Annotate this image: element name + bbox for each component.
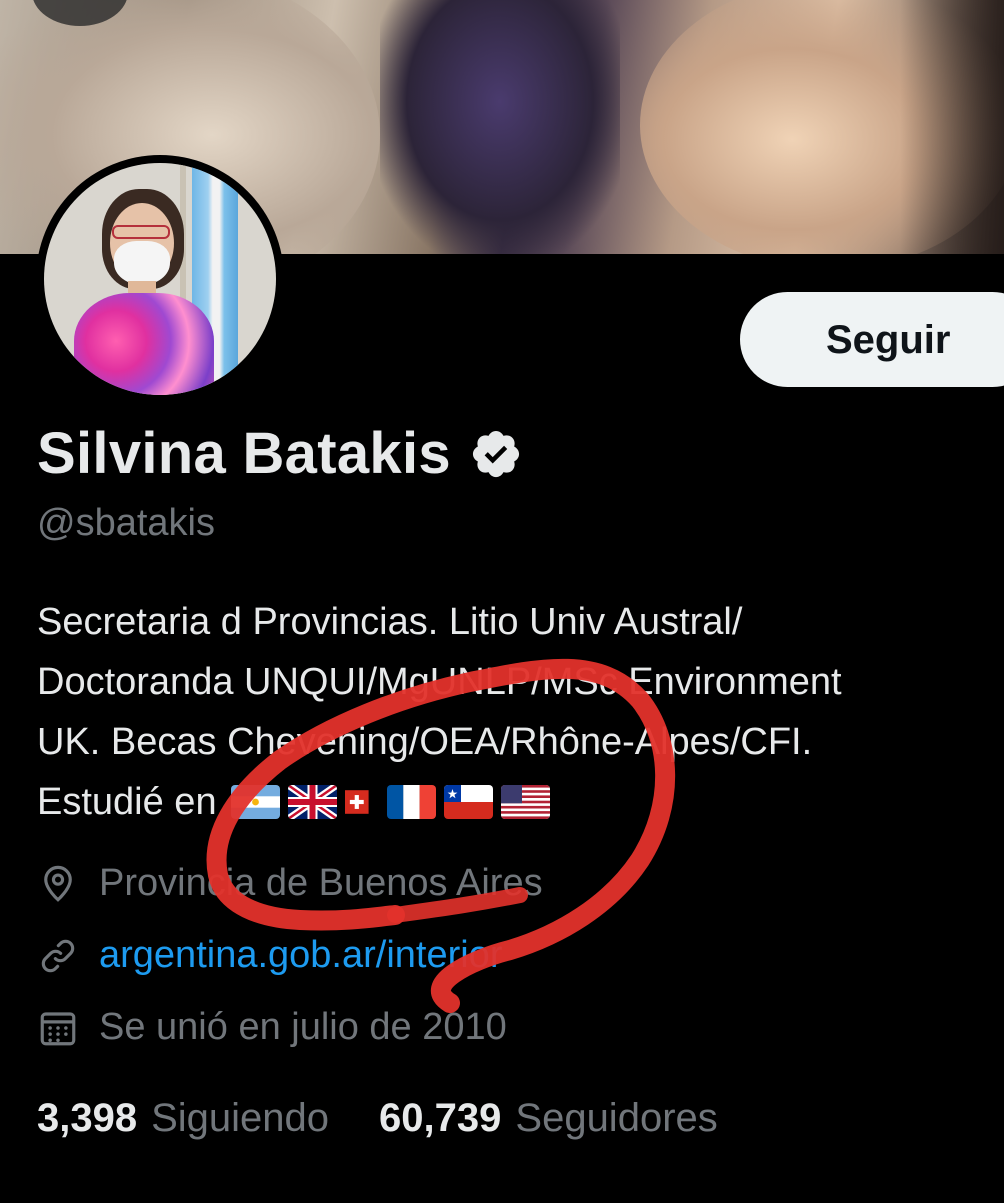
avatar-dress bbox=[74, 293, 214, 395]
followers-stat[interactable]: 60,739 Seguidores bbox=[379, 1096, 718, 1141]
banner-shape bbox=[380, 0, 620, 254]
avatar-mask bbox=[114, 241, 170, 285]
profile-bio: Secretaria d Provincias. Litio Univ Aust… bbox=[37, 592, 1002, 832]
chile-flag bbox=[443, 785, 493, 819]
bio-line: UK. Becas Chevening/OEA/Rhône-Alpes/CFI. bbox=[37, 721, 813, 763]
profile-name: Silvina Batakis bbox=[37, 421, 451, 486]
follow-stats: 3,398 Siguiendo 60,739 Seguidores bbox=[37, 1096, 718, 1141]
argentina-flag bbox=[230, 785, 280, 819]
followers-label: Seguidores bbox=[515, 1096, 718, 1140]
flag-list bbox=[230, 785, 550, 819]
location-text: Provincia de Buenos Aires bbox=[99, 862, 543, 904]
bio-line: Secretaria d Provincias. Litio Univ Aust… bbox=[37, 601, 743, 643]
following-count: 3,398 bbox=[37, 1096, 138, 1140]
website-link[interactable]: argentina.gob.ar/interior bbox=[99, 934, 502, 977]
bio-line-with-flags: Estudié en bbox=[37, 772, 1002, 832]
follow-button[interactable]: Seguir bbox=[740, 292, 1004, 387]
profile-joined-date: Se unió en julio de 2010 bbox=[37, 1006, 507, 1049]
bio-line: Doctoranda UNQUI/MgUNLP/MSc Environment bbox=[37, 661, 842, 703]
avatar-glasses bbox=[112, 225, 170, 239]
location-pin-icon bbox=[44, 865, 72, 902]
profile-website: argentina.gob.ar/interior bbox=[37, 934, 502, 977]
bio-line: Estudié en bbox=[37, 781, 217, 823]
france-flag bbox=[386, 785, 436, 819]
switzerland-flag bbox=[344, 790, 369, 814]
profile-avatar[interactable] bbox=[36, 155, 284, 403]
usa-flag bbox=[500, 785, 550, 819]
followers-count: 60,739 bbox=[379, 1096, 502, 1140]
following-stat[interactable]: 3,398 Siguiendo bbox=[37, 1096, 329, 1141]
banner-shape bbox=[900, 0, 1004, 254]
following-label: Siguiendo bbox=[151, 1096, 330, 1140]
calendar-icon bbox=[40, 1011, 76, 1045]
profile-name-row: Silvina Batakis bbox=[37, 420, 523, 487]
profile-handle: @sbatakis bbox=[37, 502, 215, 544]
verified-badge-icon[interactable] bbox=[469, 427, 523, 481]
profile-location: Provincia de Buenos Aires bbox=[37, 862, 543, 905]
united-kingdom-flag bbox=[287, 785, 337, 819]
avatar-photo bbox=[44, 163, 276, 395]
joined-text: Se unió en julio de 2010 bbox=[99, 1006, 507, 1048]
link-icon bbox=[41, 939, 75, 972]
